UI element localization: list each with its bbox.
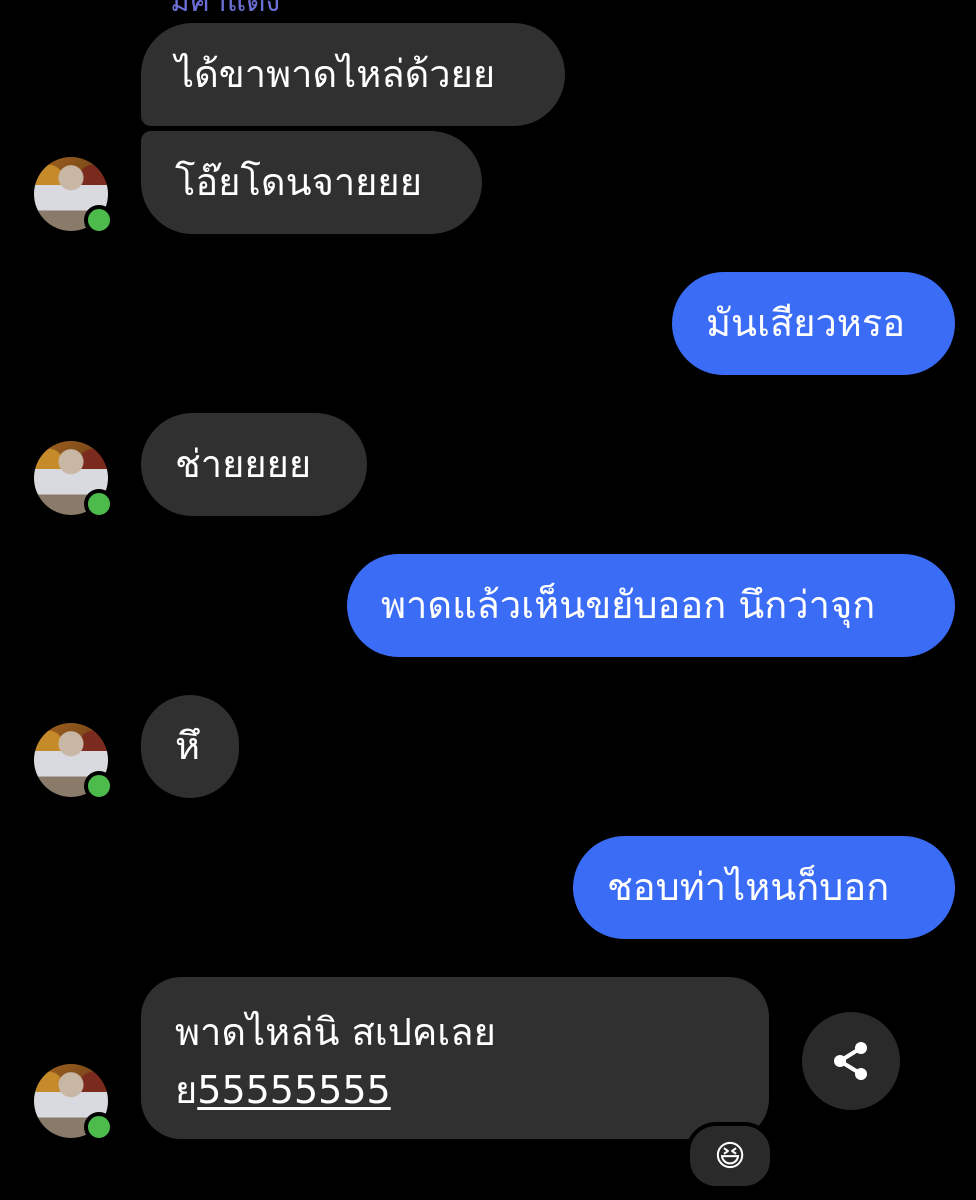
- share-button[interactable]: [802, 1012, 900, 1110]
- outgoing-message[interactable]: ชอบท่าไหนก็บอก: [573, 836, 955, 939]
- message-reaction[interactable]: 😆: [686, 1122, 774, 1190]
- message-text: ย: [175, 1068, 198, 1112]
- message-text: ได้ขาพาดไหล่ด้วยย: [175, 52, 496, 96]
- sender-name: มีคำแต่ง: [170, 0, 281, 19]
- incoming-message[interactable]: พาดไหล่นิ สเปคเลย ย55555555: [141, 977, 769, 1139]
- message-text: พาดแล้วเห็นขยับออก นึกว่าจุก: [381, 583, 876, 627]
- message-line: ย55555555: [175, 1061, 735, 1119]
- online-dot-icon: [84, 489, 114, 519]
- online-dot-icon: [84, 205, 114, 235]
- laughing-emoji-icon: 😆: [714, 1138, 746, 1174]
- message-text: มันเสียวหรอ: [706, 301, 906, 345]
- contact-avatar[interactable]: [34, 441, 114, 519]
- message-text: ชอบท่าไหนก็บอก: [607, 865, 890, 909]
- incoming-message[interactable]: โอ๊ยโดนจายยย: [141, 131, 482, 234]
- contact-avatar[interactable]: [34, 157, 114, 235]
- message-text: โอ๊ยโดนจายยย: [175, 160, 422, 204]
- incoming-message[interactable]: หึ: [141, 695, 239, 798]
- share-icon: [834, 1042, 867, 1080]
- incoming-message[interactable]: ได้ขาพาดไหล่ด้วยย: [141, 23, 565, 126]
- online-dot-icon: [84, 1112, 114, 1142]
- contact-avatar[interactable]: [34, 1064, 114, 1142]
- phone-number-link[interactable]: 55555555: [197, 1068, 390, 1112]
- outgoing-message[interactable]: มันเสียวหรอ: [672, 272, 955, 375]
- message-line: พาดไหล่นิ สเปคเลย: [175, 1010, 496, 1054]
- online-dot-icon: [84, 771, 114, 801]
- message-text: ช่ายยยย: [175, 442, 312, 486]
- outgoing-message[interactable]: พาดแล้วเห็นขยับออก นึกว่าจุก: [347, 554, 955, 657]
- message-text: หึ: [175, 724, 201, 768]
- contact-avatar[interactable]: [34, 723, 114, 801]
- incoming-message[interactable]: ช่ายยยย: [141, 413, 367, 516]
